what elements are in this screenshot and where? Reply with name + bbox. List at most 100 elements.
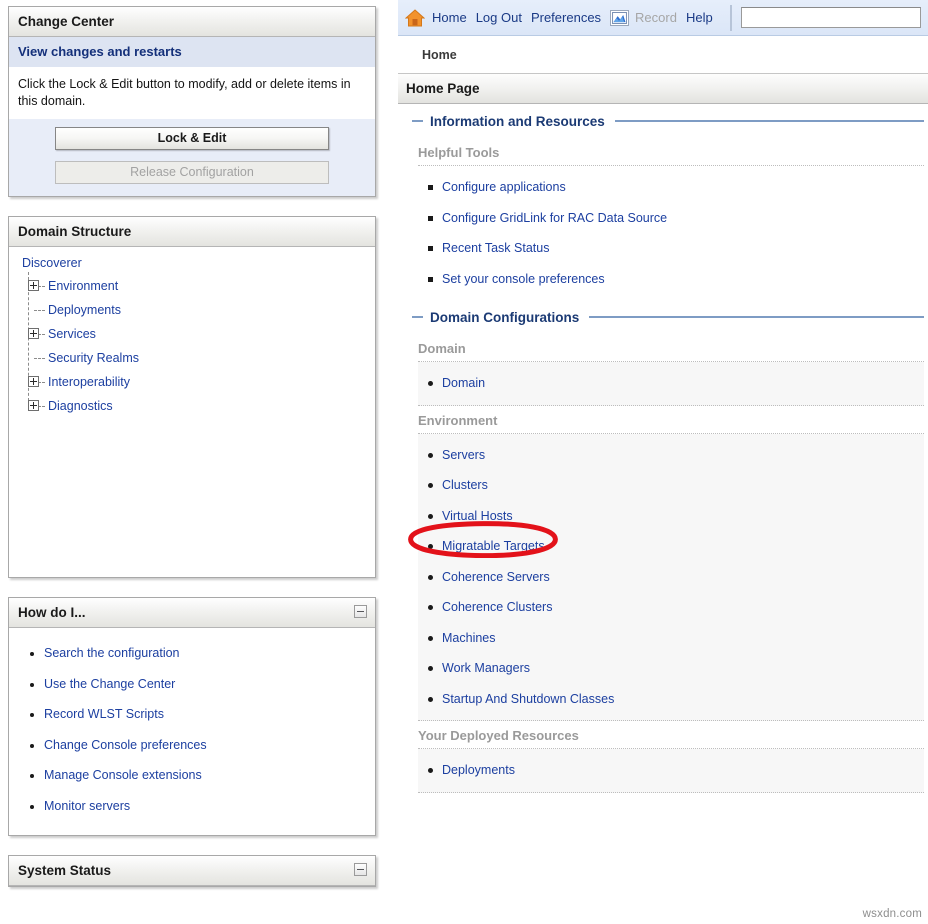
tree-connector	[34, 310, 45, 311]
home-icon[interactable]	[405, 8, 425, 28]
tree-item-deployments[interactable]: Deployments	[26, 298, 367, 322]
change-center-instructions: Click the Lock & Edit button to modify, …	[9, 68, 375, 119]
home-page-body: Information and Resources Helpful Tools …	[398, 104, 928, 793]
list-item[interactable]: Migratable Targets	[418, 531, 924, 562]
list-item[interactable]: Work Managers	[418, 653, 924, 684]
list-item[interactable]: Record WLST Scripts	[27, 699, 367, 730]
tree-root-discoverer[interactable]: Discoverer	[21, 256, 367, 274]
record-chart-icon	[610, 9, 630, 26]
list-item[interactable]: Clusters	[418, 470, 924, 501]
group-environment: Environment Servers Clusters Virtual Hos…	[412, 406, 924, 721]
breadcrumb: Home	[398, 36, 928, 74]
link-domain[interactable]: Domain	[442, 376, 485, 390]
how-do-i-title: How do I...	[9, 598, 375, 628]
tree-item-services[interactable]: Services	[26, 322, 367, 346]
toolbar-link-preferences[interactable]: Preferences	[531, 10, 601, 25]
view-changes-and-restarts-link[interactable]: View changes and restarts	[9, 37, 375, 68]
group-header: Domain	[418, 334, 924, 362]
list-item[interactable]: Coherence Clusters	[418, 592, 924, 623]
list-item[interactable]: Deployments	[418, 755, 924, 786]
tree-item-label[interactable]: Services	[48, 327, 96, 341]
toolbar-link-record: Record	[635, 10, 677, 25]
how-do-i-link[interactable]: Manage Console extensions	[44, 768, 202, 782]
link-clusters[interactable]: Clusters	[442, 478, 488, 492]
tree-item-environment[interactable]: Environment	[26, 274, 367, 298]
tree-item-diagnostics[interactable]: Diagnostics	[26, 394, 367, 418]
tree-node-list: Environment Deployments Services Securit…	[21, 272, 367, 418]
how-do-i-link[interactable]: Monitor servers	[44, 799, 130, 813]
link-configure-gridlink[interactable]: Configure GridLink for RAC Data Source	[442, 211, 667, 225]
lock-and-edit-button[interactable]: Lock & Edit	[55, 127, 329, 150]
group-helpful-tools: Helpful Tools Configure applications Con…	[412, 138, 924, 300]
link-configure-applications[interactable]: Configure applications	[442, 180, 566, 194]
group-domain: Domain Domain	[412, 334, 924, 406]
list-item[interactable]: Recent Task Status	[418, 233, 924, 264]
section-dash	[412, 316, 423, 318]
search-input[interactable]	[740, 7, 921, 28]
system-status-panel: System Status	[8, 855, 376, 887]
domain-list: Domain	[418, 368, 924, 399]
how-do-i-link[interactable]: Change Console preferences	[44, 738, 207, 752]
link-startup-shutdown-classes[interactable]: Startup And Shutdown Classes	[442, 692, 614, 706]
list-item[interactable]: Set your console preferences	[418, 264, 924, 295]
list-item[interactable]: Domain	[418, 368, 924, 399]
collapse-minus-icon[interactable]	[354, 863, 367, 876]
section-title-text: Information and Resources	[430, 113, 605, 129]
link-deployments[interactable]: Deployments	[442, 763, 515, 777]
toolbar-separator	[729, 4, 732, 31]
tree-item-label[interactable]: Environment	[48, 279, 118, 293]
list-item[interactable]: Coherence Servers	[418, 562, 924, 593]
list-item[interactable]: Manage Console extensions	[27, 760, 367, 791]
link-servers[interactable]: Servers	[442, 448, 485, 462]
link-virtual-hosts[interactable]: Virtual Hosts	[442, 509, 513, 523]
tree-item-label[interactable]: Security Realms	[48, 351, 139, 365]
link-recent-task-status[interactable]: Recent Task Status	[442, 241, 549, 255]
list-item[interactable]: Servers	[418, 440, 924, 471]
tree-item-label[interactable]: Deployments	[48, 303, 121, 317]
list-item[interactable]: Startup And Shutdown Classes	[418, 684, 924, 715]
link-coherence-clusters[interactable]: Coherence Clusters	[442, 600, 552, 614]
group-body: Configure applications Configure GridLin…	[418, 166, 924, 300]
list-item[interactable]: Change Console preferences	[27, 730, 367, 761]
list-item[interactable]: Monitor servers	[27, 791, 367, 822]
change-center-buttons: Lock & Edit Release Configuration	[9, 119, 375, 196]
how-do-i-link[interactable]: Use the Change Center	[44, 677, 175, 691]
toolbar-link-home[interactable]: Home	[432, 10, 467, 25]
link-migratable-targets[interactable]: Migratable Targets	[442, 539, 545, 553]
expand-plus-icon[interactable]	[28, 280, 39, 291]
collapse-minus-icon[interactable]	[354, 605, 367, 618]
list-item[interactable]: Machines	[418, 623, 924, 654]
list-item[interactable]: Configure applications	[418, 172, 924, 203]
expand-plus-icon[interactable]	[28, 328, 39, 339]
list-item[interactable]: Configure GridLink for RAC Data Source	[418, 203, 924, 234]
tree-item-security-realms[interactable]: Security Realms	[26, 346, 367, 370]
group-your-deployed-resources: Your Deployed Resources Deployments	[412, 721, 924, 793]
section-dash	[412, 120, 423, 122]
link-console-preferences[interactable]: Set your console preferences	[442, 272, 605, 286]
system-status-title: System Status	[9, 856, 375, 886]
change-center-panel: Change Center View changes and restarts …	[8, 6, 376, 197]
tree-item-interoperability[interactable]: Interoperability	[26, 370, 367, 394]
tree-connector	[34, 358, 45, 359]
tree-item-label[interactable]: Diagnostics	[48, 399, 113, 413]
domain-structure-tree: Discoverer Environment Deployments Servi…	[9, 247, 375, 577]
list-item[interactable]: Use the Change Center	[27, 669, 367, 700]
link-work-managers[interactable]: Work Managers	[442, 661, 530, 675]
breadcrumb-item-home[interactable]: Home	[422, 48, 457, 62]
environment-list: Servers Clusters Virtual Hosts Migratabl…	[418, 440, 924, 715]
list-item[interactable]: Virtual Hosts	[418, 501, 924, 532]
toolbar-link-log-out[interactable]: Log Out	[476, 10, 522, 25]
link-coherence-servers[interactable]: Coherence Servers	[442, 570, 550, 584]
expand-plus-icon[interactable]	[28, 400, 39, 411]
tree-item-label[interactable]: Interoperability	[48, 375, 130, 389]
how-do-i-link[interactable]: Search the configuration	[44, 646, 180, 660]
list-item[interactable]: Search the configuration	[27, 638, 367, 669]
link-machines[interactable]: Machines	[442, 631, 496, 645]
how-do-i-link[interactable]: Record WLST Scripts	[44, 707, 164, 721]
how-do-i-list: Search the configuration Use the Change …	[27, 638, 367, 821]
release-configuration-button: Release Configuration	[55, 161, 329, 184]
expand-plus-icon[interactable]	[28, 376, 39, 387]
section-header: Domain Configurations	[412, 300, 924, 334]
toolbar-link-help[interactable]: Help	[686, 10, 713, 25]
change-center-title: Change Center	[9, 7, 375, 37]
